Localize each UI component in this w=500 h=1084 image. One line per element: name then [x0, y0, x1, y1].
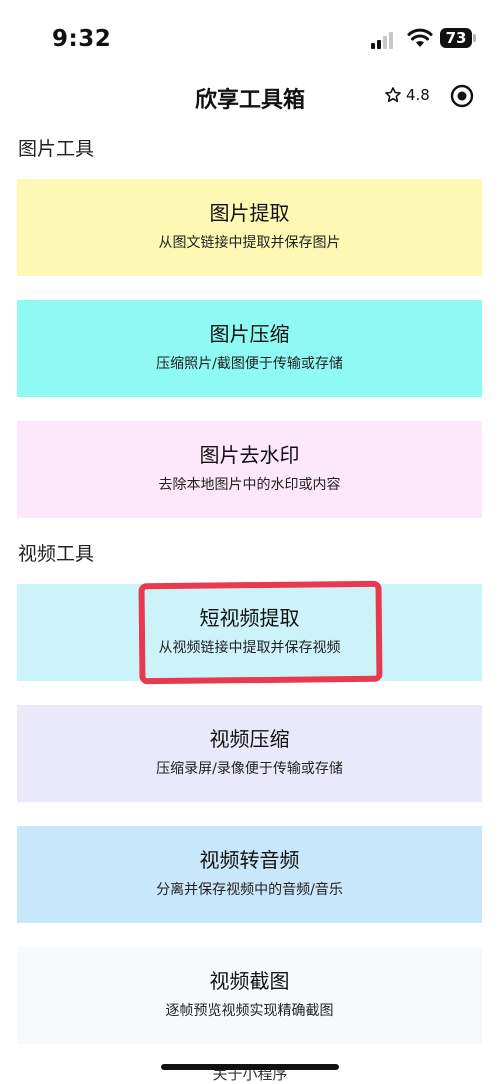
card-desc: 分离并保存视频中的音频/音乐 [156, 882, 343, 898]
card-image-watermark-remove[interactable]: 图片去水印 去除本地图片中的水印或内容 [17, 421, 482, 518]
card-video-compress[interactable]: 视频压缩 压缩录屏/录像便于传输或存储 [17, 705, 482, 802]
status-time: 9:32 [52, 26, 112, 52]
card-desc: 去除本地图片中的水印或内容 [158, 477, 341, 493]
close-miniprogram-icon[interactable] [450, 84, 474, 108]
cellular-signal-icon [371, 32, 397, 49]
battery-icon: 73 [440, 28, 476, 48]
card-title: 视频截图 [209, 969, 290, 993]
nav-bar: 欣享工具箱 4.8 [0, 74, 500, 120]
card-title: 图片提取 [209, 201, 290, 225]
card-image-extract[interactable]: 图片提取 从图文链接中提取并保存图片 [17, 179, 482, 276]
rating-value: 4.8 [406, 86, 430, 104]
rating[interactable]: 4.8 [384, 86, 430, 104]
home-indicator[interactable] [161, 1064, 339, 1070]
card-title: 图片压缩 [209, 322, 290, 346]
section-title-image-tools: 图片工具 [18, 138, 95, 160]
star-icon [385, 87, 401, 103]
card-title: 视频转音频 [199, 848, 300, 872]
card-video-to-audio[interactable]: 视频转音频 分离并保存视频中的音频/音乐 [17, 826, 482, 923]
card-desc: 逐帧预览视频实现精确截图 [165, 1003, 334, 1019]
card-title: 视频压缩 [209, 727, 290, 751]
card-desc: 从图文链接中提取并保存图片 [158, 235, 341, 251]
section-title-video-tools: 视频工具 [18, 543, 95, 565]
card-image-compress[interactable]: 图片压缩 压缩照片/截图便于传输或存储 [17, 300, 482, 397]
card-video-screenshot[interactable]: 视频截图 逐帧预览视频实现精确截图 [17, 947, 482, 1044]
wifi-icon [407, 28, 433, 47]
card-desc: 压缩照片/截图便于传输或存储 [156, 356, 343, 372]
highlight-annotation [138, 580, 383, 685]
card-desc: 压缩录屏/录像便于传输或存储 [156, 761, 343, 777]
card-title: 图片去水印 [199, 443, 300, 467]
status-bar: 9:32 73 [0, 0, 500, 74]
